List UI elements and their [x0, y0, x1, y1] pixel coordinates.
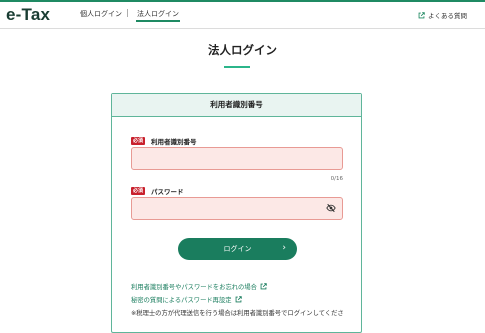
required-badge: 必須	[131, 137, 146, 145]
password-reset-link[interactable]: 秘密の質問によるパスワード再設定	[131, 295, 242, 304]
eye-slash-icon[interactable]	[326, 203, 336, 213]
forgot-credentials-text: 利用者識別番号やパスワードをお忘れの場合	[131, 284, 257, 291]
site-header: e-Tax 個人ログイン | 法人ログイン よくある質問	[0, 2, 485, 29]
login-button[interactable]: ログイン ›	[178, 238, 297, 260]
etax-logo[interactable]: e-Tax	[6, 5, 50, 25]
password-reset-text: 秘密の質問によるパスワード再設定	[131, 297, 232, 304]
card-header: 利用者識別番号	[112, 94, 361, 117]
tab-corporate-login[interactable]: 法人ログイン	[136, 9, 180, 22]
title-underline	[224, 66, 250, 68]
user-id-input[interactable]	[131, 147, 343, 170]
password-input[interactable]	[131, 197, 343, 220]
password-label: 必須 パスワード	[131, 186, 184, 196]
forgot-credentials-link[interactable]: 利用者識別番号やパスワードをお忘れの場合	[131, 282, 267, 291]
faq-label: よくある質問	[428, 12, 467, 20]
login-card: 利用者識別番号 必須 利用者識別番号 0/16 必須 パスワード ログイン › …	[111, 93, 362, 333]
required-badge: 必須	[131, 187, 146, 195]
nav-separator: |	[126, 8, 129, 17]
user-id-label-text: 利用者識別番号	[151, 138, 197, 146]
password-label-text: パスワード	[151, 188, 184, 196]
external-link-icon	[235, 296, 242, 303]
page-title: 法人ログイン	[208, 43, 277, 57]
user-id-label: 必須 利用者識別番号	[131, 136, 197, 146]
external-link-icon	[260, 283, 267, 290]
external-link-icon	[418, 11, 425, 18]
faq-link[interactable]: よくある質問	[418, 10, 467, 20]
tab-personal-login[interactable]: 個人ログイン	[80, 9, 122, 19]
chevron-right-icon: ›	[282, 243, 286, 253]
login-button-label: ログイン	[223, 245, 252, 253]
user-id-char-counter: 0/16	[330, 176, 343, 182]
